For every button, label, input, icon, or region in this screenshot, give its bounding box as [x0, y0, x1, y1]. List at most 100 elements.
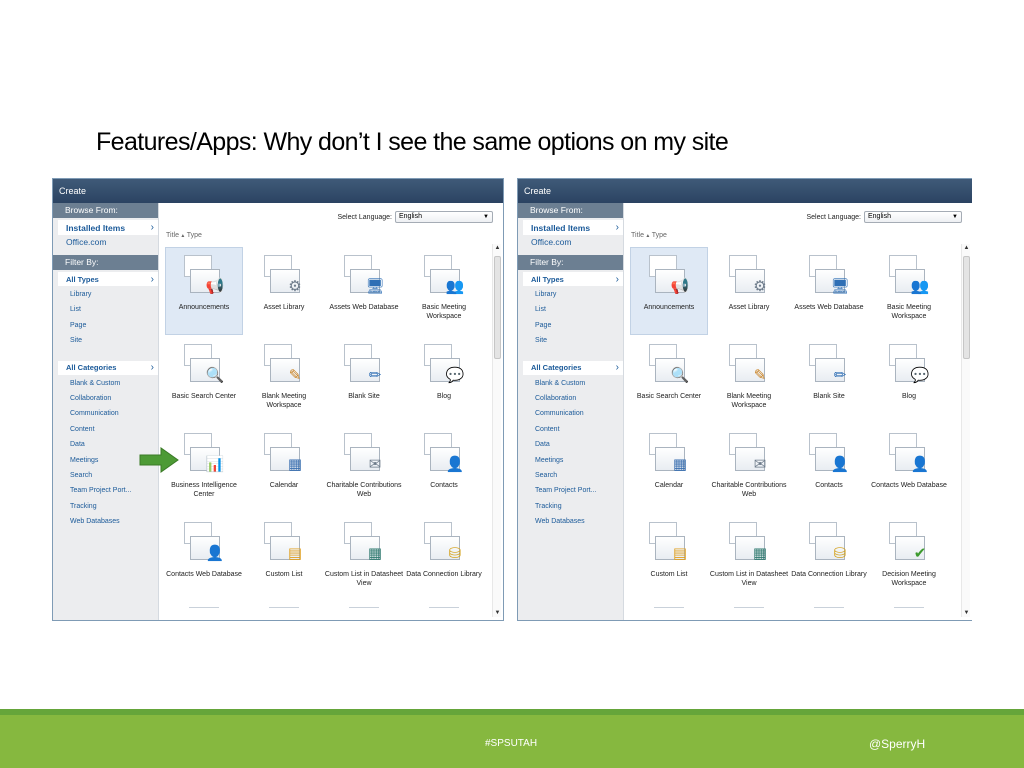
template-tile[interactable]: ✎ Blank Meeting Workspace	[245, 336, 323, 424]
type-filter-item[interactable]: Site	[70, 333, 158, 348]
category-filter-item[interactable]: Search	[535, 468, 623, 483]
template-tile[interactable]: ✏ Blank Site	[790, 336, 868, 424]
all-types-filter[interactable]: All Types ›	[523, 272, 623, 286]
sort-by-type[interactable]: Type	[187, 232, 202, 239]
template-tile[interactable]: 👤 Contacts	[405, 425, 483, 513]
type-filter-list: Library List Page Site	[70, 287, 158, 349]
installed-items-link[interactable]: Installed Items ›	[523, 220, 623, 235]
category-filter-item[interactable]: Team Project Port...	[535, 483, 623, 498]
template-tile[interactable]: ✏ Blank Site	[325, 336, 403, 424]
category-filter-item[interactable]: Collaboration	[70, 391, 158, 406]
template-tile[interactable]: 💬 Blog	[405, 336, 483, 424]
vertical-scrollbar[interactable]: ▲ ▼	[492, 244, 501, 617]
template-tile[interactable]: 🖥 Assets Web Database	[790, 247, 868, 335]
scroll-up-arrow-icon[interactable]: ▲	[493, 245, 502, 251]
dialog-title: Create	[518, 179, 972, 203]
category-filter-item[interactable]: Team Project Port...	[70, 483, 158, 498]
type-filter-item[interactable]: Site	[535, 333, 623, 348]
scroll-down-arrow-icon[interactable]: ▼	[493, 610, 502, 616]
type-filter-item[interactable]: Library	[535, 287, 623, 302]
category-filter-item[interactable]: Content	[535, 422, 623, 437]
template-tile[interactable]: 👤 Contacts	[790, 425, 868, 513]
template-tile[interactable]: ✔ Decision Meeting Workspace	[870, 514, 948, 602]
template-tile[interactable]: ▦ Calendar	[245, 425, 323, 513]
monitor-icon: 🖥	[807, 255, 851, 297]
sort-header: Title ▲ Type	[166, 232, 202, 239]
template-name: Contacts Web Database	[871, 482, 947, 489]
vertical-scrollbar[interactable]: ▲ ▼	[961, 244, 970, 617]
category-filter-item[interactable]: Tracking	[535, 499, 623, 514]
language-select[interactable]: English ▼	[864, 211, 962, 223]
template-tile[interactable]: ▦ Custom List in Datasheet View	[710, 514, 788, 602]
template-tile[interactable]: ▤ Custom List	[245, 514, 323, 602]
template-tile[interactable]: 🔍 Basic Search Center	[630, 336, 708, 424]
template-tile[interactable]: ✉ Charitable Contributions Web	[325, 425, 403, 513]
template-name: Contacts Web Database	[166, 571, 242, 578]
icon-glyph: ✔	[913, 544, 927, 562]
office-com-link[interactable]: Office.com	[518, 235, 623, 249]
create-dialog-right: Create Browse From: Installed Items › Office…	[517, 178, 972, 621]
select-language-label: Select Language:	[806, 213, 862, 221]
category-filter-item[interactable]: Collaboration	[535, 391, 623, 406]
sort-by-type[interactable]: Type	[652, 232, 667, 239]
sort-by-title[interactable]: Title	[631, 232, 644, 239]
template-tile[interactable]: 📢 Announcements	[165, 247, 243, 335]
category-filter-item[interactable]: Data	[535, 437, 623, 452]
template-tile[interactable]: ⚙ Asset Library	[245, 247, 323, 335]
template-tile[interactable]: 🔍 Basic Search Center	[165, 336, 243, 424]
template-tile[interactable]: 💬 Blog	[870, 336, 948, 424]
scrollbar-thumb[interactable]	[963, 256, 970, 359]
language-select[interactable]: English ▼	[395, 211, 493, 223]
scroll-down-arrow-icon[interactable]: ▼	[962, 610, 971, 616]
category-filter-item[interactable]: Blank & Custom	[70, 376, 158, 391]
sort-by-title[interactable]: Title	[166, 232, 179, 239]
all-categories-filter[interactable]: All Categories ›	[58, 360, 158, 375]
icon-glyph: 👤	[205, 544, 225, 562]
category-filter-item[interactable]: Content	[70, 422, 158, 437]
template-tile[interactable]: ▦ Calendar	[630, 425, 708, 513]
category-filter-item[interactable]: Meetings	[535, 453, 623, 468]
template-name: Custom List	[650, 571, 688, 578]
category-filter-item[interactable]: Communication	[70, 406, 158, 421]
all-categories-filter[interactable]: All Categories ›	[523, 360, 623, 375]
category-filter-item[interactable]: Tracking	[70, 499, 158, 514]
template-tile[interactable]: ⛁ Data Connection Library	[405, 514, 483, 602]
template-tile[interactable]: 👥 Basic Meeting Workspace	[870, 247, 948, 335]
partial-tile-edge	[894, 607, 924, 613]
template-grid: 📢 Announcements ⚙ Asset Library 🖥 Assets Web …	[630, 247, 954, 613]
template-tile[interactable]: ⛁ Data Connection Library	[790, 514, 868, 602]
category-filter-item[interactable]: Blank & Custom	[535, 376, 623, 391]
template-tile[interactable]: 👥 Basic Meeting Workspace	[405, 247, 483, 335]
icon-glyph: 👤	[445, 455, 465, 473]
chevron-right-icon: ›	[150, 273, 154, 285]
category-filter-item[interactable]: Communication	[535, 406, 623, 421]
type-filter-item[interactable]: List	[70, 302, 158, 317]
category-filter-item[interactable]: Web Databases	[535, 514, 623, 529]
installed-items-link[interactable]: Installed Items ›	[58, 220, 158, 235]
template-tile[interactable]: 📢 Announcements	[630, 247, 708, 335]
type-filter-item[interactable]: Library	[70, 287, 158, 302]
template-tile[interactable]: ⚙ Asset Library	[710, 247, 788, 335]
category-filter-item[interactable]: Web Databases	[70, 514, 158, 529]
all-types-label: All Types	[66, 274, 99, 284]
template-tile[interactable]: 🖥 Assets Web Database	[325, 247, 403, 335]
partial-tile	[630, 603, 708, 613]
office-com-link[interactable]: Office.com	[53, 235, 158, 249]
partial-tile	[165, 603, 243, 613]
type-filter-item[interactable]: Page	[535, 318, 623, 333]
template-name: Blank Site	[813, 393, 845, 400]
template-tile[interactable]: 👤 Contacts Web Database	[165, 514, 243, 602]
template-tile[interactable]: ▦ Custom List in Datasheet View	[325, 514, 403, 602]
template-tile[interactable]: ▤ Custom List	[630, 514, 708, 602]
all-types-filter[interactable]: All Types ›	[58, 272, 158, 286]
template-tile[interactable]: ✉ Charitable Contributions Web	[710, 425, 788, 513]
template-tile[interactable]: 👤 Contacts Web Database	[870, 425, 948, 513]
scroll-up-arrow-icon[interactable]: ▲	[962, 245, 971, 251]
template-tile[interactable]: ✎ Blank Meeting Workspace	[710, 336, 788, 424]
template-name: Basic Meeting Workspace	[422, 304, 466, 320]
chevron-right-icon: ›	[150, 222, 154, 233]
scrollbar-thumb[interactable]	[494, 256, 501, 359]
sort-ascending-icon: ▲	[178, 233, 187, 239]
type-filter-item[interactable]: List	[535, 302, 623, 317]
type-filter-item[interactable]: Page	[70, 318, 158, 333]
